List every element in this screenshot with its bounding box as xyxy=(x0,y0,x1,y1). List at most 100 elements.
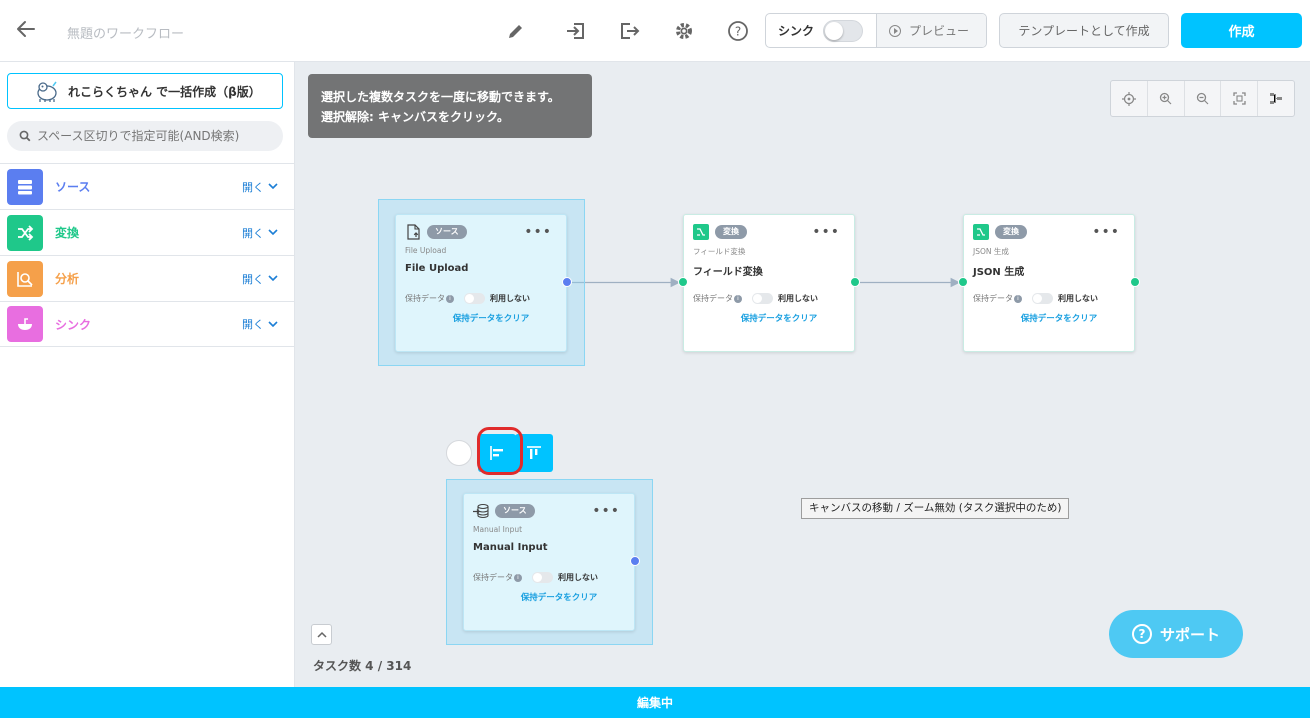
sync-toggle[interactable] xyxy=(823,19,864,42)
task-node-manual-input[interactable]: ソース ••• Manual Input Manual Input 保持データ i… xyxy=(463,493,635,631)
keep-data-state: 利用しない xyxy=(1058,294,1098,303)
chevron-up-icon[interactable] xyxy=(311,624,332,645)
gear-icon[interactable] xyxy=(671,18,697,44)
clear-keep-data-link[interactable]: 保持データをクリア xyxy=(964,312,1134,324)
keep-data-label: 保持データ xyxy=(693,294,733,303)
info-icon[interactable]: i xyxy=(446,294,454,303)
chart-search-icon xyxy=(7,260,43,297)
export-icon[interactable] xyxy=(616,18,642,44)
more-icon[interactable]: ••• xyxy=(812,225,840,239)
keep-data-row: 保持データ i 利用しない xyxy=(693,293,818,304)
more-icon[interactable]: ••• xyxy=(524,225,552,239)
category-transform[interactable]: 変換 開く xyxy=(0,209,295,255)
search-input[interactable] xyxy=(37,129,267,143)
help-icon[interactable]: ? xyxy=(725,18,751,44)
task-node-file-upload[interactable]: ソース ••• File Upload File Upload 保持データ i 利… xyxy=(395,214,567,352)
info-icon[interactable]: i xyxy=(514,573,522,582)
category-label: 分析 xyxy=(55,272,80,286)
output-port[interactable] xyxy=(630,556,640,566)
keep-data-row: 保持データ i 利用しない xyxy=(405,293,530,304)
keep-data-label: 保持データ xyxy=(405,294,445,303)
database-icon xyxy=(7,168,43,205)
sync-preview-group: シンク プレビュー xyxy=(765,13,987,48)
highlight-ring xyxy=(477,427,523,475)
keep-data-label: 保持データ xyxy=(473,573,513,582)
bulk-create-button[interactable]: れこらくちゃん で一括作成（β版） xyxy=(7,73,283,109)
transform-icon xyxy=(693,224,709,240)
search-icon xyxy=(19,130,31,142)
category-label: ソース xyxy=(55,180,91,194)
task-subtitle: フィールド変換 xyxy=(693,247,746,256)
create-button[interactable]: 作成 xyxy=(1181,13,1302,48)
open-label: 開く xyxy=(242,318,264,331)
bulk-create-label: れこらくちゃん で一括作成（β版） xyxy=(68,84,261,99)
preview-label: プレビュー xyxy=(909,24,970,38)
more-icon[interactable]: ••• xyxy=(1092,225,1120,239)
task-subtitle: Manual Input xyxy=(473,525,523,534)
clear-keep-data-link[interactable]: 保持データをクリア xyxy=(684,312,854,324)
info-icon[interactable]: i xyxy=(1014,294,1022,303)
task-subtitle: JSON 生成 xyxy=(973,247,1009,256)
keep-data-row: 保持データ i 利用しない xyxy=(973,293,1098,304)
clear-keep-data-link[interactable]: 保持データをクリア xyxy=(396,312,566,324)
output-port[interactable] xyxy=(850,277,860,287)
chevron-down-icon xyxy=(268,275,278,282)
category-open-toggle[interactable]: 開く xyxy=(242,225,278,241)
shuffle-icon xyxy=(7,214,43,251)
preview-button[interactable]: プレビュー xyxy=(877,14,986,47)
category-source[interactable]: ソース 開く xyxy=(0,163,295,209)
create-as-template-button[interactable]: テンプレートとして作成 xyxy=(999,13,1169,48)
keep-data-label: 保持データ xyxy=(973,294,1013,303)
keep-data-toggle[interactable] xyxy=(1032,293,1053,304)
task-type-badge: ソース xyxy=(427,225,467,239)
sync-toggle-area[interactable]: シンク xyxy=(766,14,877,47)
workflow-canvas[interactable]: 選択した複数タスクを一度に移動できます。 選択解除: キャンバスをクリック。 ソ… xyxy=(295,62,1310,687)
keep-data-row: 保持データ i 利用しない xyxy=(473,572,598,583)
input-port[interactable] xyxy=(958,277,968,287)
status-bar: 編集中 xyxy=(0,687,1310,718)
keep-data-toggle[interactable] xyxy=(464,293,485,304)
task-node-field-transform[interactable]: 変換 ••• フィールド変換 フィールド変換 保持データ i 利用しない 保持デー… xyxy=(683,214,855,352)
sync-label: シンク xyxy=(778,24,815,38)
play-icon xyxy=(889,24,901,37)
output-port[interactable] xyxy=(562,277,572,287)
support-button[interactable]: ? サポート xyxy=(1109,610,1243,658)
task-type-badge: 変換 xyxy=(715,225,747,239)
task-node-json-generate[interactable]: 変換 ••• JSON 生成 JSON 生成 保持データ i 利用しない 保持デー… xyxy=(963,214,1135,352)
category-analysis[interactable]: 分析 開く xyxy=(0,255,295,301)
category-open-toggle[interactable]: 開く xyxy=(242,179,278,195)
category-open-toggle[interactable]: 開く xyxy=(242,316,278,332)
keep-data-toggle[interactable] xyxy=(532,572,553,583)
output-port[interactable] xyxy=(1130,277,1140,287)
mascot-icon xyxy=(37,81,57,102)
support-label: サポート xyxy=(1159,625,1220,644)
info-icon[interactable]: i xyxy=(734,294,742,303)
import-icon[interactable] xyxy=(563,18,589,44)
task-name: Manual Input xyxy=(473,542,548,553)
workflow-title[interactable]: 無題のワークフロー xyxy=(67,23,184,42)
chevron-down-icon xyxy=(268,229,278,236)
transform-icon xyxy=(973,224,989,240)
chevron-down-icon xyxy=(268,183,278,190)
task-name: JSON 生成 xyxy=(973,267,1025,278)
task-name: フィールド変換 xyxy=(693,267,763,278)
task-sidebar: れこらくちゃん で一括作成（β版） ソース 開く 変換 開く 分析 開く シンク… xyxy=(0,62,295,687)
keep-data-state: 利用しない xyxy=(558,573,598,582)
category-open-toggle[interactable]: 開く xyxy=(242,271,278,287)
sink-icon xyxy=(7,306,43,342)
ghost-handle[interactable] xyxy=(446,440,472,466)
file-upload-icon xyxy=(407,224,420,240)
canvas-lock-tooltip: キャンバスの移動 / ズーム無効 (タスク選択中のため) xyxy=(801,498,1070,519)
clear-keep-data-link[interactable]: 保持データをクリア xyxy=(464,591,634,603)
keep-data-state: 利用しない xyxy=(778,294,818,303)
category-label: 変換 xyxy=(55,226,80,240)
category-sink[interactable]: シンク 開く xyxy=(0,301,295,347)
task-type-badge: ソース xyxy=(495,504,535,518)
keep-data-toggle[interactable] xyxy=(752,293,773,304)
more-icon[interactable]: ••• xyxy=(592,504,620,518)
back-arrow-icon[interactable] xyxy=(14,18,38,42)
pencil-icon[interactable] xyxy=(503,18,529,44)
input-port[interactable] xyxy=(678,277,688,287)
svg-text:?: ? xyxy=(735,25,741,39)
open-label: 開く xyxy=(242,180,264,194)
